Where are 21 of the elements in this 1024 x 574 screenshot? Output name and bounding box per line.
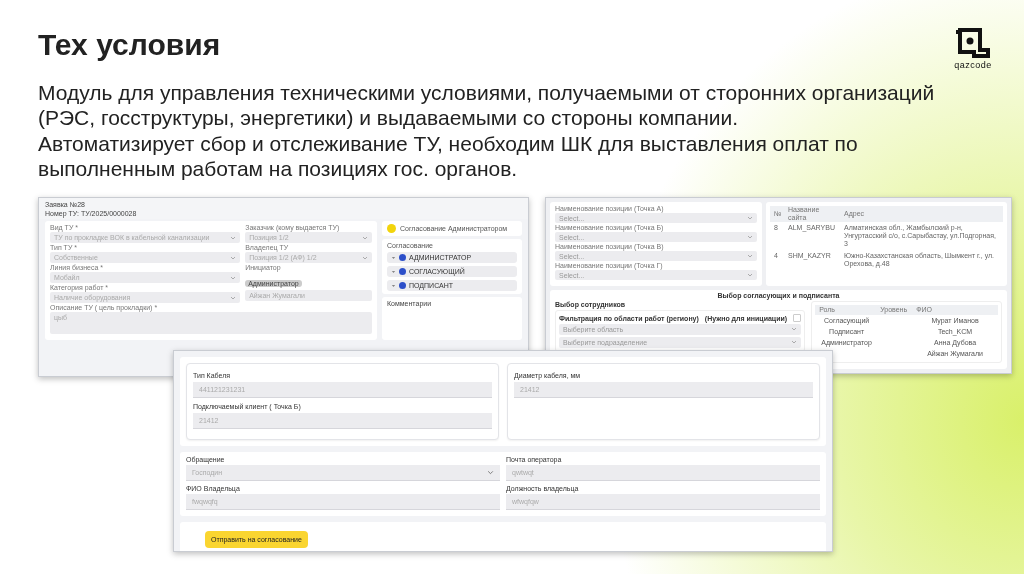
chevron-icon — [747, 273, 753, 277]
chevron-icon — [747, 254, 753, 258]
chevron-icon — [791, 340, 798, 344]
chevron-icon — [362, 235, 368, 240]
chevron-icon — [230, 275, 237, 280]
chevron-icon — [747, 235, 753, 239]
slide-description: Модуль для управления техническими условиями, получаемыми от сторонних организаций (РЭС, госструктуры, энергетики) и выдаваемыми со стороны компании. Автоматизирует сбор и отслеживание ТУ, необходим ШК для выставления оплат по выполненным работам на позициях гос. органов. — [38, 80, 936, 182]
chevron-icon — [230, 255, 237, 260]
chevron-icon — [362, 255, 368, 260]
chevron-icon — [487, 470, 494, 475]
caret-icon — [391, 283, 396, 288]
logo-icon — [954, 28, 992, 58]
caret-icon — [391, 269, 396, 274]
slide-title: Тех условия — [38, 28, 221, 63]
logo-text: qazcode — [954, 60, 992, 70]
chevron-icon — [791, 327, 798, 331]
chevron-icon — [747, 216, 753, 220]
chevron-icon — [230, 235, 237, 240]
checkbox[interactable] — [793, 314, 802, 322]
caret-icon — [391, 255, 396, 260]
chevron-icon — [230, 295, 237, 300]
